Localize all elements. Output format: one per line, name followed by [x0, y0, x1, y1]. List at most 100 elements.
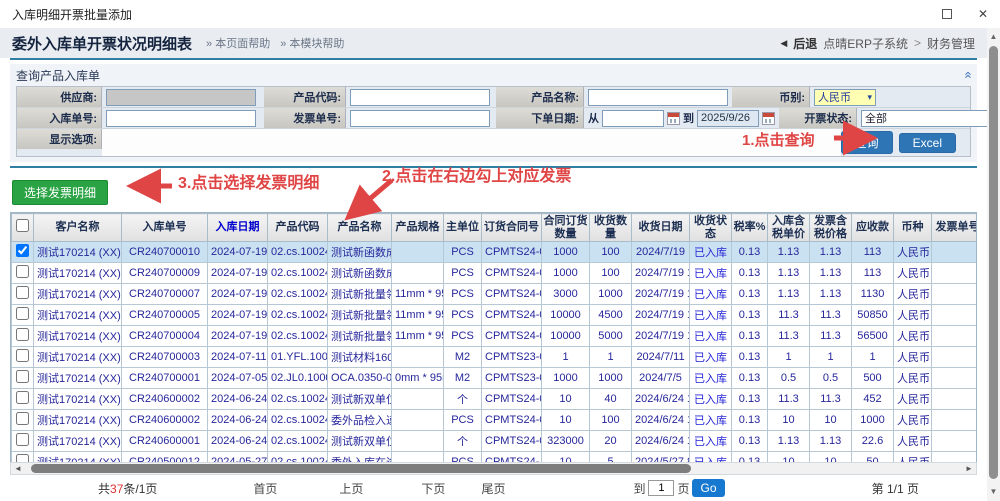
page-number-input[interactable]	[648, 480, 674, 496]
date-to-field[interactable]	[697, 110, 759, 127]
back-icon: ◀	[780, 38, 787, 49]
cell: 人民币	[894, 389, 932, 410]
date-from-field[interactable]	[602, 110, 664, 127]
cell: 1	[542, 347, 590, 368]
cell	[932, 389, 978, 410]
page-title: 委外入库单开票状况明细表	[12, 33, 192, 54]
cell: CPMTS24-00061	[482, 284, 542, 305]
breadcrumb-module[interactable]: 财务管理	[927, 35, 975, 52]
horizontal-scrollbar-thumb[interactable]	[31, 464, 691, 473]
cell: CPMTS24-00058	[482, 326, 542, 347]
row-checkbox[interactable]	[16, 412, 29, 425]
cell: 2024/6/24 16	[632, 431, 690, 452]
cell: 人民币	[894, 305, 932, 326]
cell	[392, 242, 444, 263]
row-checkbox[interactable]	[16, 370, 29, 383]
cell: CPMTS24-00054	[482, 389, 542, 410]
cell	[392, 263, 444, 284]
next-page-link[interactable]: 下页	[421, 480, 445, 497]
cell	[392, 431, 444, 452]
query-panel: 查询产品入库单 » 供应商: 产品代码: 产品名称: 币别: 人民币 ▾	[10, 64, 977, 162]
cell	[932, 452, 978, 463]
row-checkbox[interactable]	[16, 433, 29, 446]
first-page-link[interactable]: 首页	[253, 480, 277, 497]
table-row: 测试170214 (XX)CR2407000102024-07-1902.cs.…	[12, 242, 978, 263]
cell: 已入库	[690, 242, 732, 263]
scroll-right-icon[interactable]: ►	[962, 463, 976, 474]
column-header: 客户名称	[34, 214, 122, 242]
last-page-link[interactable]: 尾页	[481, 480, 505, 497]
vertical-scrollbar-thumb[interactable]	[989, 46, 998, 479]
maximize-icon[interactable]	[942, 9, 952, 19]
close-icon[interactable]: ✕	[978, 7, 988, 21]
cell: 测试新批量领	[328, 305, 392, 326]
cell	[932, 242, 978, 263]
row-checkbox[interactable]	[16, 265, 29, 278]
cell: 1.13	[810, 284, 852, 305]
breadcrumb-system[interactable]: 点晴ERP子系统	[823, 35, 908, 52]
cell: 10000	[542, 305, 590, 326]
column-header: 产品规格	[392, 214, 444, 242]
cell: 已入库	[690, 431, 732, 452]
row-checkbox-cell	[12, 452, 34, 463]
row-checkbox-cell	[12, 326, 34, 347]
table-header: 客户名称入库单号入库日期产品代码产品名称产品规格主单位订货合同号合同订货数量收货…	[12, 214, 978, 242]
cell: 已入库	[690, 305, 732, 326]
go-button[interactable]: Go	[692, 479, 724, 497]
cell: 113	[852, 242, 894, 263]
select-invoice-detail-button[interactable]: 选择发票明细	[12, 180, 108, 205]
invoice-no-label: 发票单号:	[264, 108, 346, 128]
cell: 人民币	[894, 263, 932, 284]
results-table: 客户名称入库单号入库日期产品代码产品名称产品规格主单位订货合同号合同订货数量收货…	[11, 213, 977, 462]
currency-label: 币别:	[732, 87, 810, 107]
table-row: 测试170214 (XX)CR2407000052024-07-1902.cs.…	[12, 305, 978, 326]
cell: PCS	[444, 242, 482, 263]
back-link[interactable]: 后退	[793, 35, 817, 52]
row-checkbox[interactable]	[16, 391, 29, 404]
prev-page-link[interactable]: 上页	[339, 480, 363, 497]
vertical-scrollbar[interactable]: ▲ ▼	[987, 28, 1000, 501]
storage-no-field[interactable]	[106, 110, 256, 127]
cell: 40	[590, 389, 632, 410]
supplier-field[interactable]	[106, 89, 256, 106]
row-checkbox-cell	[12, 284, 34, 305]
table-body: 测试170214 (XX)CR2407000102024-07-1902.cs.…	[12, 242, 978, 463]
cell: CR240700004	[122, 326, 208, 347]
scroll-up-icon[interactable]: ▲	[987, 30, 1000, 44]
horizontal-scrollbar[interactable]: ◄ ►	[10, 462, 977, 475]
cell: PCS	[444, 263, 482, 284]
row-checkbox[interactable]	[16, 349, 29, 362]
product-name-field[interactable]	[588, 89, 728, 106]
row-checkbox[interactable]	[16, 454, 29, 462]
cell: 测试170214 (XX)	[34, 410, 122, 431]
cell: CR240700007	[122, 284, 208, 305]
cell: 02.cs.100246	[268, 284, 328, 305]
cell	[932, 326, 978, 347]
select-all-checkbox[interactable]	[16, 219, 29, 232]
invoice-status-select[interactable]: 全部 ▾	[861, 110, 1000, 127]
scroll-left-icon[interactable]: ◄	[11, 463, 25, 474]
column-header[interactable]: 入库日期	[208, 214, 268, 242]
currency-select[interactable]: 人民币 ▾	[814, 89, 876, 106]
cell: 0.13	[732, 326, 768, 347]
row-checkbox[interactable]	[16, 244, 29, 257]
row-checkbox[interactable]	[16, 286, 29, 299]
row-checkbox[interactable]	[16, 328, 29, 341]
app-window: 入库明细开票批量添加 ✕ ▲ ▼ 委外入库单开票状况明细表 » 本页面帮助 » …	[0, 0, 1000, 501]
cell: CPMTS24-00055	[482, 431, 542, 452]
excel-button[interactable]: Excel	[899, 133, 956, 153]
collapse-panel-icon[interactable]: »	[961, 71, 973, 78]
module-help-link[interactable]: » 本模块帮助	[280, 35, 344, 51]
invoice-no-field[interactable]	[350, 110, 490, 127]
product-code-field[interactable]	[350, 89, 490, 106]
row-checkbox[interactable]	[16, 307, 29, 320]
calendar-icon[interactable]	[667, 112, 680, 125]
page-help-link[interactable]: » 本页面帮助	[206, 35, 270, 51]
scroll-down-icon[interactable]: ▼	[987, 485, 1000, 499]
search-button[interactable]: 查询	[841, 131, 893, 154]
calendar-icon[interactable]	[762, 112, 775, 125]
cell: 测试新双单位	[328, 389, 392, 410]
cell: 4500	[590, 305, 632, 326]
cell: 2024/7/5	[632, 368, 690, 389]
cell: 2024-06-24	[208, 389, 268, 410]
